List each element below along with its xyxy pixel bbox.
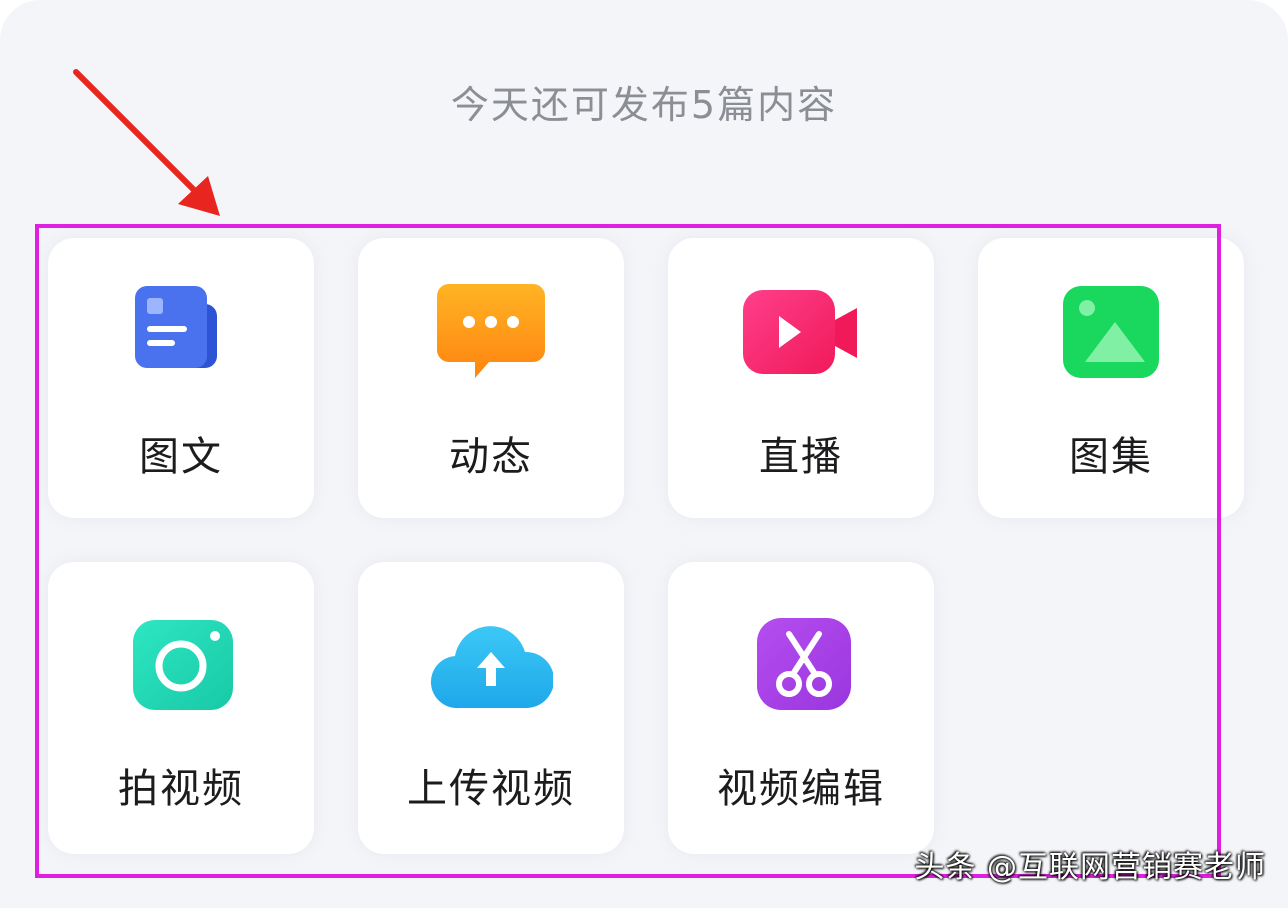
publish-option-label: 拍视频 [118,766,244,812]
publish-option-label: 直播 [759,434,843,480]
scissors-icon [757,618,851,710]
watermark: 头条 @互联网营销赛老师 [914,850,1266,885]
publish-sheet: 今天还可发布5篇内容 图文 动态 直播 图集 拍视频 上传视频 视频编辑 头条 … [0,0,1288,908]
article-icon [135,286,217,368]
publish-option-label: 上传视频 [407,766,575,812]
chat-bubble-icon [437,284,545,378]
publish-option-shoot-video[interactable]: 拍视频 [48,562,314,854]
publish-option-gallery[interactable]: 图集 [978,238,1244,518]
publish-option-label: 图集 [1069,434,1153,480]
camera-icon [133,620,233,710]
image-gallery-icon [1063,286,1159,378]
publish-option-article[interactable]: 图文 [48,238,314,518]
annotation-arrow-icon [73,69,220,216]
publish-option-label: 动态 [449,434,533,480]
cloud-upload-icon [431,626,553,709]
publish-option-label: 图文 [139,434,223,480]
publish-option-video-edit[interactable]: 视频编辑 [668,562,934,854]
publish-option-live[interactable]: 直播 [668,238,934,518]
publish-option-upload-video[interactable]: 上传视频 [358,562,624,854]
publish-option-label: 视频编辑 [717,766,885,812]
publish-option-status[interactable]: 动态 [358,238,624,518]
video-camera-icon [743,290,857,374]
